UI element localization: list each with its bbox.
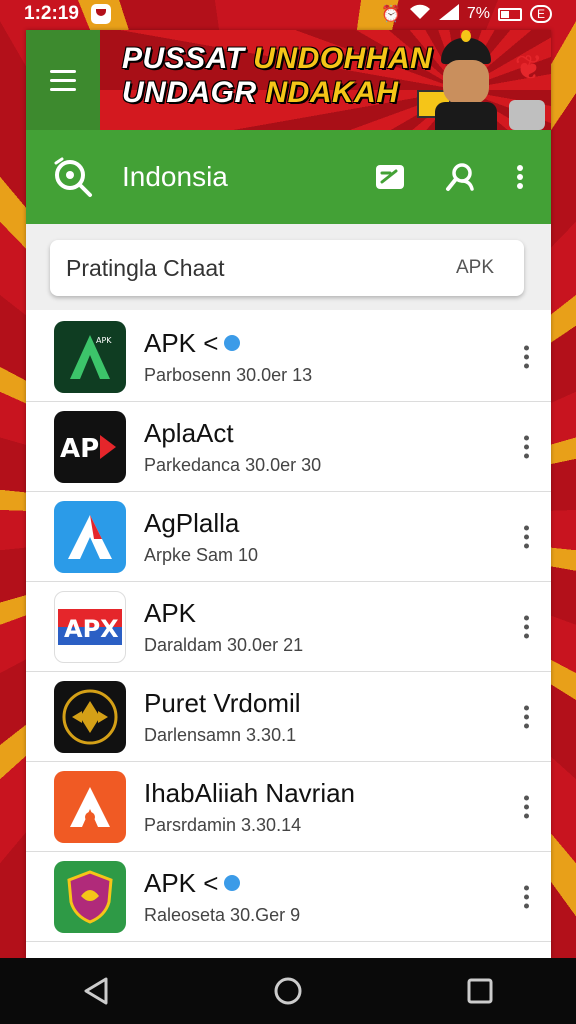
list-item[interactable]: Puret Vrdomil Darlensamn 3.30.1 xyxy=(26,672,551,762)
app-subtitle: Parkedanca 30.0er 30 xyxy=(144,454,322,475)
item-menu-icon[interactable] xyxy=(521,435,531,458)
battery-icon xyxy=(497,7,522,21)
apk-flag-icon: APX xyxy=(54,590,126,663)
app-name: AgPlalla xyxy=(144,507,240,538)
hamburger-menu-icon[interactable] xyxy=(26,30,100,130)
location-search-icon[interactable] xyxy=(50,155,94,199)
item-menu-icon[interactable] xyxy=(521,525,531,548)
search-user-icon[interactable] xyxy=(443,160,477,194)
item-menu-icon[interactable] xyxy=(521,795,531,818)
app-name: Puret Vrdomil xyxy=(144,687,301,718)
list-item[interactable]: APK APK < Parbosenn 30.0er 13 xyxy=(26,312,551,402)
green-a-icon: APK xyxy=(54,320,126,393)
promo-banner: PUSSAT UNDOHHAN UNDAGR NDAKAH ❦ xyxy=(26,30,551,130)
banner-art[interactable]: PUSSAT UNDOHHAN UNDAGR NDAKAH ❦ xyxy=(100,30,551,130)
bag-icon xyxy=(509,100,545,130)
app-subtitle: Darlensamn 3.30.1 xyxy=(144,724,297,745)
recents-icon[interactable] xyxy=(460,971,500,1011)
app-name: APK xyxy=(144,597,197,628)
app-subtitle: Daraldam 30.0er 21 xyxy=(144,634,304,655)
home-icon[interactable] xyxy=(268,971,308,1011)
item-menu-icon[interactable] xyxy=(521,705,531,728)
app-list: APK APK < Parbosenn 30.0er 13 AP AplaAct… xyxy=(26,312,551,942)
list-item[interactable]: IhabAliiah Navrian Parsrdamin 3.30.14 xyxy=(26,762,551,852)
battery-percent: 7% xyxy=(466,5,490,22)
banner-line-1: PUSSAT UNDOHHAN xyxy=(122,42,433,75)
app-window: PUSSAT UNDOHHAN UNDAGR NDAKAH ❦ Indonsia xyxy=(26,30,551,958)
signal-icon xyxy=(438,3,459,25)
list-item[interactable]: AP AplaAct Parkedanca 30.0er 30 xyxy=(26,402,551,492)
item-menu-icon[interactable] xyxy=(521,615,531,638)
list-item[interactable]: AgPlalla Arpke Sam 10 xyxy=(26,492,551,582)
app-bar: Indonsia xyxy=(26,130,551,224)
appbar-actions xyxy=(373,160,527,194)
app-name: APK < xyxy=(144,328,312,359)
app-subtitle: Parsrdamin 3.30.14 xyxy=(144,814,302,835)
svg-text:APX: APX xyxy=(64,615,119,643)
search-input[interactable]: Pratingla Chaat APK xyxy=(50,240,524,296)
app-subtitle: Raleoseta 30.Ger 9 xyxy=(144,904,301,925)
verified-icon xyxy=(224,875,241,891)
gold-emblem-icon xyxy=(54,680,126,753)
item-menu-icon[interactable] xyxy=(521,345,531,368)
svg-text:APK: APK xyxy=(96,336,112,345)
item-menu-icon[interactable] xyxy=(521,885,531,908)
status-icons: ⏰ 7% E xyxy=(380,3,552,25)
notification-icon xyxy=(90,4,111,24)
app-name: APK < xyxy=(144,868,300,899)
status-time: 1:2:19 xyxy=(24,3,79,24)
app-subtitle: Arpke Sam 10 xyxy=(144,544,259,565)
search-query: Pratingla Chaat xyxy=(66,254,225,281)
mascot-icon xyxy=(435,30,497,130)
status-pill: E xyxy=(529,5,552,23)
list-item[interactable]: APX APK Daraldam 30.0er 21 xyxy=(26,582,551,672)
message-icon[interactable] xyxy=(373,160,407,194)
more-options-icon[interactable] xyxy=(513,160,527,194)
svg-text:AP: AP xyxy=(60,434,99,464)
app-subtitle: Parbosenn 30.0er 13 xyxy=(144,364,313,385)
verified-icon xyxy=(224,335,241,351)
search-area: Pratingla Chaat APK xyxy=(26,224,551,310)
app-name: IhabAliiah Navrian xyxy=(144,777,356,808)
maple-leaf-icon: ❦ xyxy=(514,49,544,87)
blue-a-icon xyxy=(54,500,126,573)
app-title: Indonsia xyxy=(122,161,228,192)
search-tag[interactable]: APK xyxy=(456,257,494,279)
apk-black-icon: AP xyxy=(54,410,126,483)
orange-a-icon xyxy=(54,770,126,843)
app-name: AplaAct xyxy=(144,417,234,448)
banner-line-2: UNDAGR NDAKAH xyxy=(122,76,399,109)
status-bar: 1:2:19 ⏰ 7% E xyxy=(0,0,576,28)
wifi-icon xyxy=(409,4,431,25)
back-icon[interactable] xyxy=(76,971,116,1011)
shield-icon xyxy=(54,860,126,933)
list-item[interactable]: APK < Raleoseta 30.Ger 9 xyxy=(26,852,551,942)
alarm-icon: ⏰ xyxy=(380,6,401,23)
system-nav-bar xyxy=(0,958,576,1024)
